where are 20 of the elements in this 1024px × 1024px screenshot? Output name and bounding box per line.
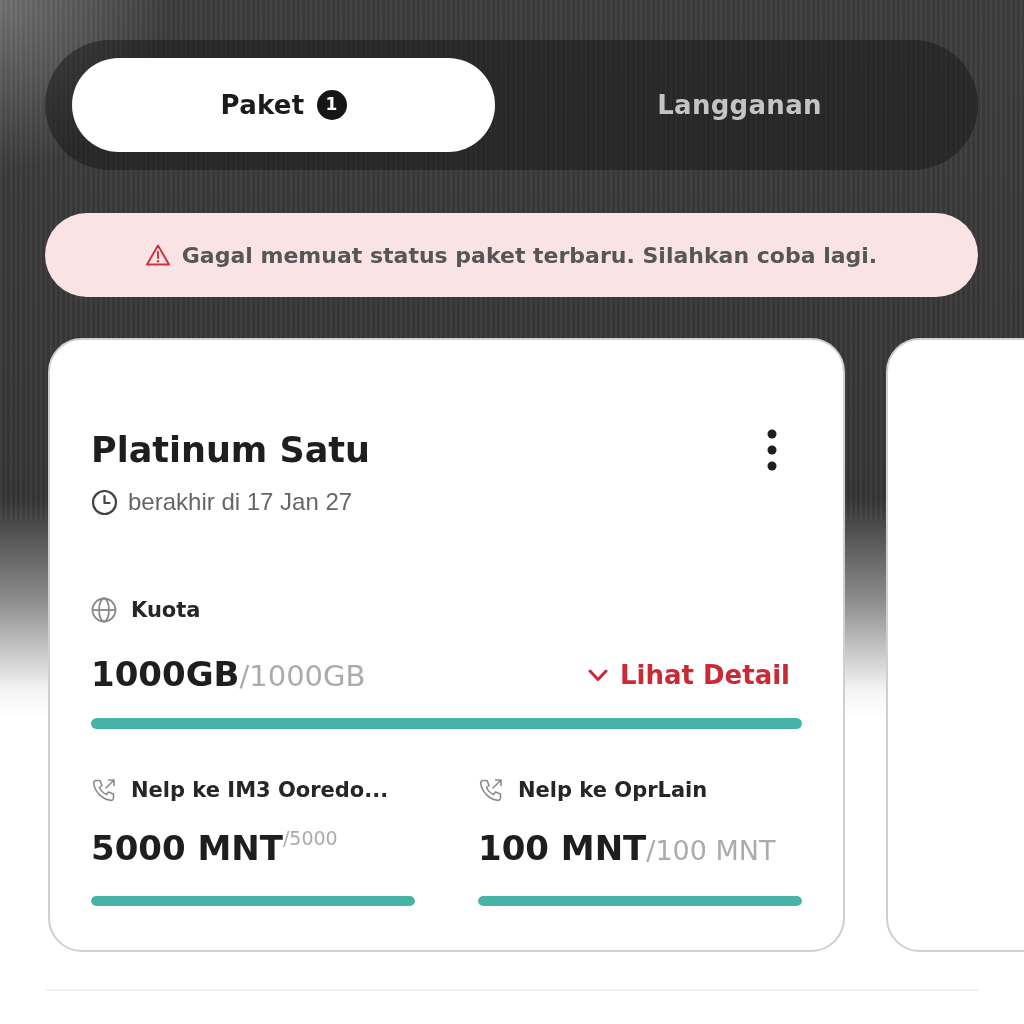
allowance-label: Nelp ke IM3 Ooredo...	[131, 777, 389, 804]
allowance-amount: 5000 MNT$^{/5000}$	[91, 826, 339, 870]
phone-call-icon	[91, 777, 117, 803]
alert-message: Gagal memuat status paket terbaru. Silahkan coba lagi.	[181, 241, 878, 270]
allowance-amount: 100 MNT/100 MNT	[478, 827, 777, 870]
phone-call-icon	[478, 777, 504, 803]
more-options-icon[interactable]	[766, 428, 778, 472]
expiry-date: berakhir di 17 Jan 27	[128, 487, 353, 517]
count-badge: 1	[316, 90, 347, 120]
allowance-label: Nelp ke OprLain	[518, 777, 708, 804]
quota-label: Kuota	[131, 597, 201, 624]
globe-icon	[91, 597, 117, 623]
warning-icon	[145, 244, 170, 266]
tab[interactable]: Paket 1	[72, 58, 495, 152]
clock-icon	[91, 488, 118, 516]
detail-link[interactable]: Lihat Detail	[587, 657, 790, 693]
chevron-down-icon	[587, 668, 608, 682]
package-name: Platinum Satu	[91, 429, 370, 472]
quota-amount: 1000GB/1000GB	[91, 653, 366, 696]
tab[interactable]: Langganan	[528, 58, 951, 152]
